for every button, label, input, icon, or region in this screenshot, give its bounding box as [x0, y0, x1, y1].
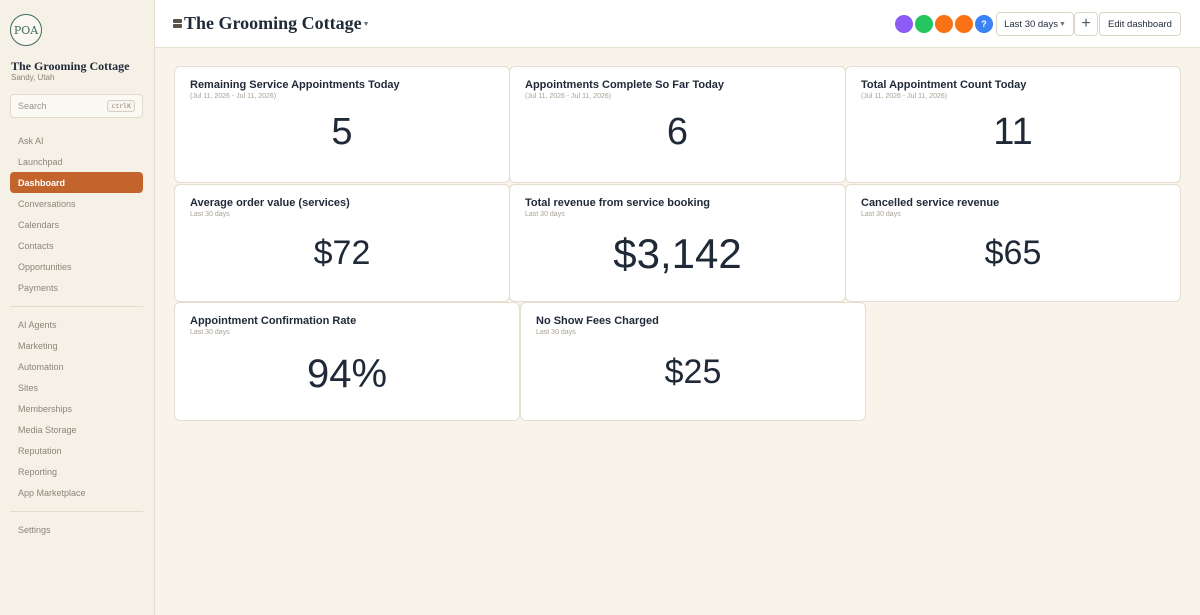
chevron-down-icon: ▼ — [1058, 20, 1066, 28]
date-range-select[interactable]: Last 30 days ▼ — [996, 12, 1074, 36]
brand-logo[interactable]: POA — [10, 14, 42, 46]
topbar: The Grooming Cottage ▼ ? Last 30 days ▼ … — [155, 0, 1200, 48]
widget-date-range: (Jul 11, 2026 - Jul 11, 2026) — [525, 93, 612, 100]
widget-value: $3,142 — [613, 230, 742, 277]
sidebar-item-calendars[interactable]: Calendars — [10, 214, 143, 235]
sidebar-item-automation[interactable]: Automation — [10, 356, 143, 377]
widget-card-cancelled-revenue[interactable]: Cancelled service revenue Last 30 days $… — [845, 184, 1181, 302]
org-name: The Grooming Cottage — [11, 59, 130, 73]
widget-card-confirmation-rate[interactable]: Appointment Confirmation Rate Last 30 da… — [174, 302, 520, 421]
page-title: The Grooming Cottage — [184, 13, 362, 33]
avatar-unknown[interactable]: ? — [974, 14, 994, 34]
dashboard-grid-icon — [173, 19, 182, 28]
nav-divider — [10, 511, 143, 512]
widget-date-range: (Jul 11, 2026 - Jul 11, 2026) — [861, 93, 948, 100]
sidebar-item-memberships[interactable]: Memberships — [10, 398, 143, 419]
search-placeholder: Search — [18, 101, 47, 111]
avatar[interactable] — [894, 14, 914, 34]
widget-card-no-show-fees[interactable]: No Show Fees Charged Last 30 days $25 — [520, 302, 866, 421]
sidebar-item-ask-ai[interactable]: Ask AI — [10, 130, 143, 151]
widget-title: No Show Fees Charged — [536, 315, 659, 327]
widget-date-range: Last 30 days — [861, 211, 901, 218]
widget-date-range: (Jul 11, 2026 - Jul 11, 2026) — [190, 93, 277, 100]
edit-dashboard-button[interactable]: Edit dashboard — [1099, 12, 1181, 36]
nav-secondary: AI Agents Marketing Automation Sites Mem… — [10, 314, 143, 503]
widget-title: Remaining Service Appointments Today — [190, 79, 400, 91]
widget-value: $65 — [984, 234, 1042, 272]
sidebar-item-payments[interactable]: Payments — [10, 277, 143, 298]
add-widget-button[interactable]: + — [1074, 12, 1098, 36]
widget-value: $72 — [313, 234, 371, 272]
widget-value: $25 — [664, 353, 722, 391]
sidebar: POA The Grooming Cottage Sandy, Utah Sea… — [0, 0, 155, 615]
widget-card-total-revenue[interactable]: Total revenue from service booking Last … — [509, 184, 846, 302]
widget-title: Average order value (services) — [190, 197, 350, 209]
widget-date-range: Last 30 days — [190, 211, 230, 218]
widget-title: Cancelled service revenue — [861, 197, 1000, 209]
avatar-group: ? — [894, 14, 994, 34]
widget-value: 5 — [331, 111, 353, 153]
sidebar-item-sites[interactable]: Sites — [10, 377, 143, 398]
org-location: Sandy, Utah — [11, 73, 55, 82]
search-input[interactable]: Search ctrlK — [10, 94, 143, 118]
sidebar-item-dashboard[interactable]: Dashboard — [10, 172, 143, 193]
widget-title: Total revenue from service booking — [525, 197, 711, 209]
avatar[interactable] — [954, 14, 974, 34]
sidebar-item-reputation[interactable]: Reputation — [10, 440, 143, 461]
sidebar-item-reporting[interactable]: Reporting — [10, 461, 143, 482]
dashboard-switcher[interactable]: The Grooming Cottage ▼ — [173, 13, 370, 34]
widget-card-average-order-value[interactable]: Average order value (services) Last 30 d… — [174, 184, 510, 302]
widget-date-range: Last 30 days — [536, 329, 576, 336]
widget-card-total-appointments[interactable]: Total Appointment Count Today (Jul 11, 2… — [845, 66, 1181, 183]
avatar[interactable] — [934, 14, 954, 34]
chevron-down-icon: ▼ — [362, 21, 370, 28]
widget-title: Appointments Complete So Far Today — [525, 79, 725, 91]
widget-title: Total Appointment Count Today — [861, 79, 1027, 91]
widget-value: 11 — [993, 111, 1033, 153]
nav-divider — [10, 306, 143, 307]
sidebar-item-conversations[interactable]: Conversations — [10, 193, 143, 214]
widget-card-remaining-appointments[interactable]: Remaining Service Appointments Today (Ju… — [174, 66, 510, 183]
sidebar-item-settings[interactable]: Settings — [10, 519, 143, 540]
plus-icon: + — [1081, 15, 1091, 32]
search-shortcut-badge: ctrlK — [107, 100, 135, 112]
widget-title: Appointment Confirmation Rate — [190, 315, 357, 327]
nav-footer: Settings — [10, 519, 143, 540]
avatar[interactable] — [914, 14, 934, 34]
sidebar-item-contacts[interactable]: Contacts — [10, 235, 143, 256]
logo-text: POA — [13, 23, 39, 37]
sidebar-item-launchpad[interactable]: Launchpad — [10, 151, 143, 172]
widget-card-appointments-complete[interactable]: Appointments Complete So Far Today (Jul … — [509, 66, 846, 183]
sidebar-item-app-marketplace[interactable]: App Marketplace — [10, 482, 143, 503]
sidebar-item-ai-agents[interactable]: AI Agents — [10, 314, 143, 335]
sidebar-item-media-storage[interactable]: Media Storage — [10, 419, 143, 440]
widget-date-range: Last 30 days — [525, 211, 565, 218]
date-range-label: Last 30 days — [1004, 18, 1058, 30]
widget-value: 94% — [306, 352, 388, 396]
widget-date-range: Last 30 days — [190, 329, 230, 336]
nav-primary: Ask AI Launchpad Dashboard Conversations… — [10, 130, 143, 298]
widget-value: 6 — [666, 111, 689, 153]
sidebar-item-opportunities[interactable]: Opportunities — [10, 256, 143, 277]
sidebar-item-marketing[interactable]: Marketing — [10, 335, 143, 356]
